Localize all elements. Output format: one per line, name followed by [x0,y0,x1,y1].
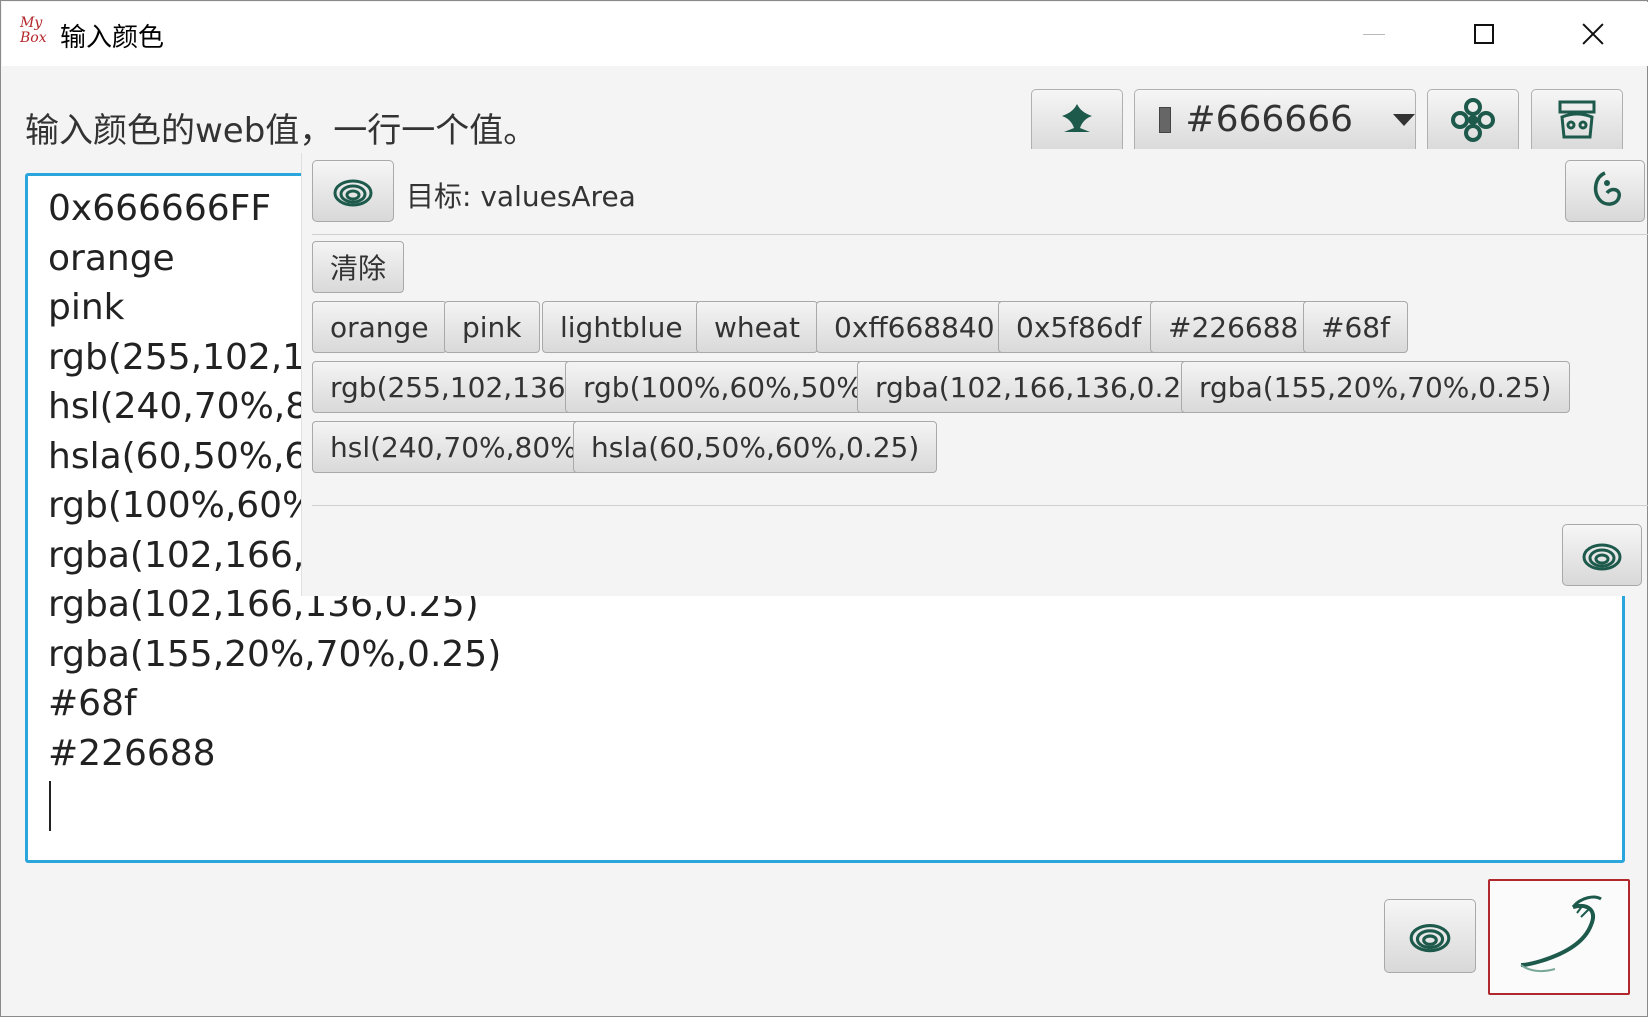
example-chip[interactable]: lightblue [542,301,701,353]
popup-separator-bottom [312,505,1648,506]
popup-close-button[interactable] [1562,524,1642,586]
gallery-button[interactable] [1531,89,1623,149]
close-icon [1582,23,1604,45]
swirl-icon [1582,543,1622,571]
example-chip[interactable]: #68f [1303,301,1408,353]
clear-button[interactable]: 清除 [312,241,405,293]
example-chip[interactable]: #226688 [1150,301,1317,353]
ok-button[interactable] [1488,879,1630,995]
examples-popup: 目标: valuesArea 清除 orange pink lightblue … [301,153,1648,596]
popup-separator-top [312,234,1648,235]
example-chip[interactable]: hsla(60,50%,60%,0.25) [573,421,938,473]
color-value-label: #666666 [1185,99,1353,140]
help-button[interactable] [1565,160,1645,222]
color-input-window: My Box 输入颜色 输入颜色的web值，一行一个值。 #666666 0x6… [0,0,1648,1017]
maximize-button[interactable] [1448,12,1520,56]
maximize-icon [1474,24,1494,44]
minimize-icon [1363,33,1385,35]
quill-icon [1520,895,1602,973]
swirl-icon [333,179,373,207]
flower-icon [1451,97,1495,142]
color-picker-button[interactable]: #666666 [1134,89,1416,149]
example-chip[interactable]: rgb(100%,60%,50%) [565,361,892,413]
text-cursor [49,781,51,831]
example-chip[interactable]: wheat [696,301,819,353]
example-chip[interactable]: rgba(102,166,136,0.25) [857,361,1228,413]
chevron-down-icon [1393,113,1415,126]
example-chip[interactable]: rgba(155,20%,70%,0.25) [1181,361,1570,413]
cancel-button[interactable] [1384,899,1476,973]
close-button[interactable] [1557,12,1629,56]
common-colors-button[interactable] [1031,89,1123,149]
target-label: 目标: valuesArea [406,180,636,213]
example-chip[interactable]: pink [444,301,540,353]
example-chip[interactable]: orange [312,301,447,353]
example-chip[interactable]: 0xff668840 [816,301,1013,353]
popup-target-button[interactable] [312,160,394,222]
help-icon [1593,171,1621,206]
leaf-icon [1062,103,1092,132]
example-chip[interactable]: rgb(255,102,136) [312,361,595,413]
app-logo-icon: My Box [20,15,47,46]
minimize-button[interactable] [1338,12,1410,56]
color-swatch [1159,106,1172,133]
palette-button[interactable] [1427,89,1519,149]
example-chip[interactable]: 0x5f86df [998,301,1160,353]
window-title: 输入颜色 [60,23,165,53]
pattern-icon [1558,100,1596,138]
swirl-icon [1409,923,1451,953]
instruction-label: 输入颜色的web值，一行一个值。 [25,111,538,151]
title-bar: My Box 输入颜色 [2,2,1648,66]
example-chip[interactable]: hsl(240,70%,80%) [312,421,606,473]
